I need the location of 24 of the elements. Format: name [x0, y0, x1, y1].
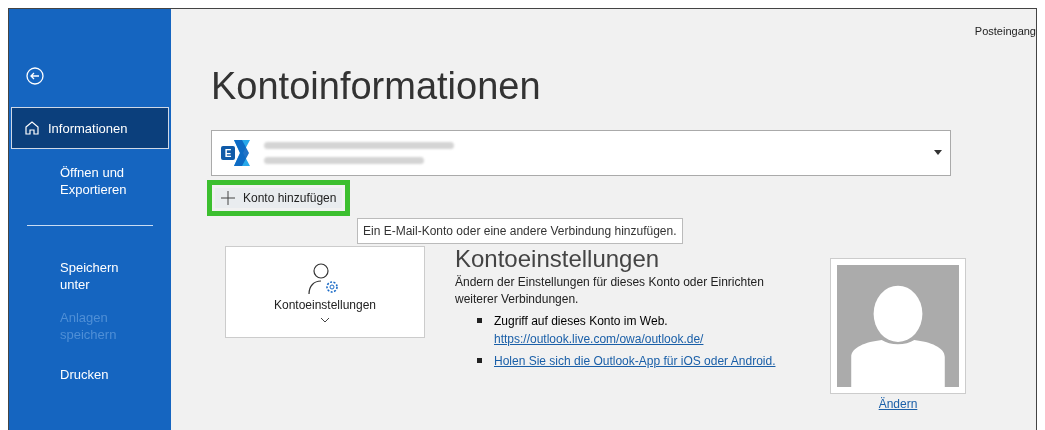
caret-icon — [934, 150, 942, 156]
sidebar-item[interactable]: Speichern unter — [9, 258, 171, 294]
account-settings-button[interactable]: Kontoeinstellungen — [225, 246, 425, 338]
account-dropdown[interactable]: E — [211, 130, 951, 176]
home-icon — [24, 120, 40, 136]
bullet-icon — [477, 358, 482, 363]
chevron-down-icon — [321, 317, 329, 323]
page-title: Kontoinformationen — [211, 65, 542, 108]
add-account-button[interactable]: Konto hinzufügen — [207, 180, 351, 216]
silhouette-icon — [837, 265, 959, 387]
bullet-text: Zugriff auf dieses Konto im Web. — [494, 313, 669, 330]
tooltip: Ein E-Mail-Konto oder eine andere Verbindung hinzufügen. — [357, 218, 683, 244]
settings-description: Ändern der Einstellungen für dieses Konto oder Einrichten weiterer Verbindungen. — [455, 274, 765, 308]
link[interactable]: Holen Sie sich die Outlook-App für iOS oder Android. — [494, 352, 776, 370]
sidebar-item[interactable]: Drucken — [9, 358, 171, 390]
settings-heading: Kontoeinstellungen — [455, 246, 661, 272]
sidebar-item[interactable]: Informationen — [11, 107, 169, 149]
bullet-icon — [477, 318, 482, 323]
back-icon[interactable] — [26, 67, 44, 85]
inbox-label: Posteingang — [974, 25, 1036, 37]
link[interactable]: https://outlook.live.com/owa/outlook.de/ — [494, 330, 704, 348]
change-photo-link[interactable]: Ändern — [878, 397, 918, 412]
sidebar-item[interactable]: Öffnen und Exportieren — [9, 163, 171, 199]
plus-icon — [221, 191, 235, 205]
